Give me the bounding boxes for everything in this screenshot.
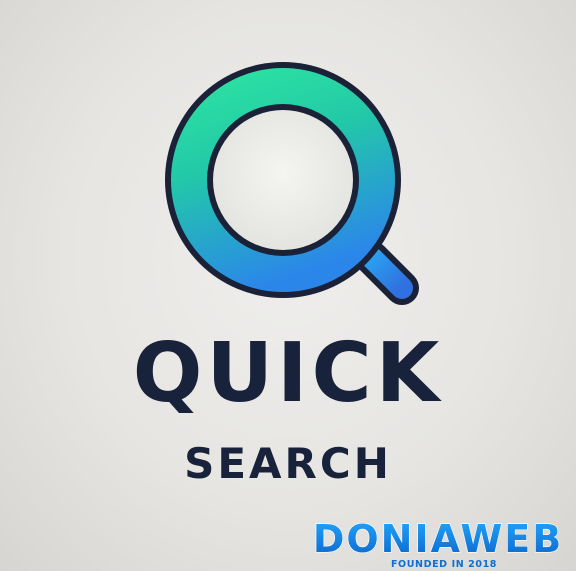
svg-text:DONIAWEB: DONIAWEB (313, 517, 563, 561)
svg-text:FOUNDED IN 2018: FOUNDED IN 2018 (391, 559, 497, 570)
doniaweb-watermark: DONIAWEB FOUNDED IN 2018 (312, 516, 563, 570)
